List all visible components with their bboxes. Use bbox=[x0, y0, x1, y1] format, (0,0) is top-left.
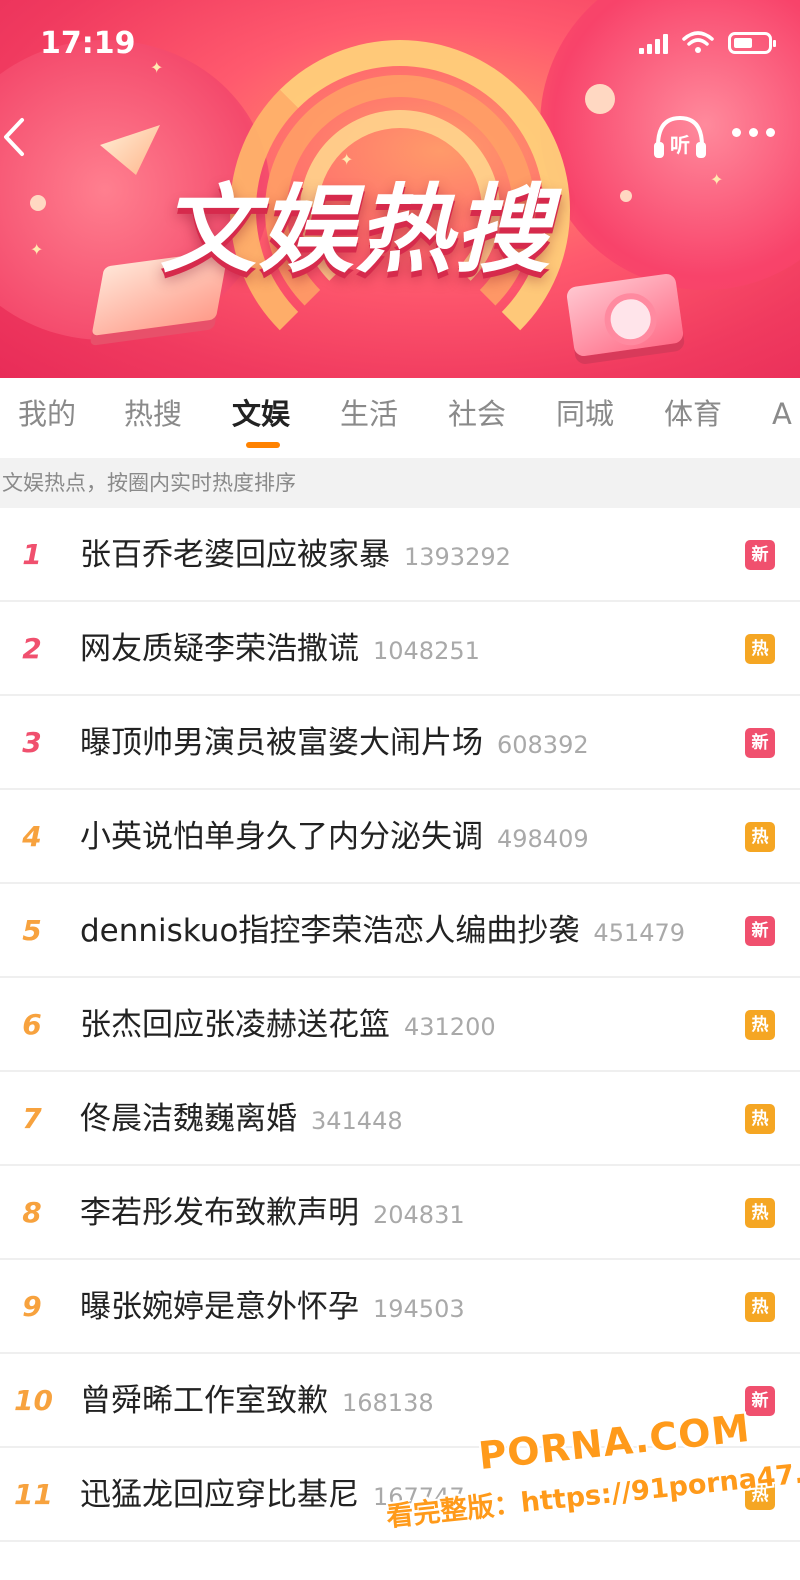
list-item[interactable]: 3 曝顶帅男演员被富婆大闹片场 608392 新 bbox=[0, 696, 800, 790]
rank-number: 9 bbox=[22, 1290, 42, 1323]
topic-title: 曝张婉婷是意外怀孕 bbox=[80, 1289, 359, 1325]
hot-badge: 热 bbox=[745, 822, 775, 852]
rank-number: 2 bbox=[22, 632, 42, 665]
cellular-signal-icon bbox=[639, 32, 668, 54]
bubble-decoration bbox=[30, 195, 46, 211]
tab-mine[interactable]: 我的 bbox=[18, 378, 76, 458]
topic-title-link[interactable]: 曾舜晞工作室致歉 168138 bbox=[80, 1354, 434, 1448]
rank-number: 5 bbox=[22, 914, 42, 947]
tab-life[interactable]: 生活 bbox=[340, 378, 398, 458]
list-item[interactable]: 6 张杰回应张凌赫送花篮 431200 热 bbox=[0, 978, 800, 1072]
headphones-listen-icon[interactable]: 听 bbox=[652, 112, 708, 162]
topic-title: 曾舜晞工作室致歉 bbox=[80, 1383, 328, 1419]
battery-icon bbox=[728, 32, 776, 54]
back-arrow-icon[interactable] bbox=[0, 112, 40, 162]
topic-title-link[interactable]: 曝顶帅男演员被富婆大闹片场 608392 bbox=[80, 696, 589, 790]
topic-title: 李若彤发布致歉声明 bbox=[80, 1195, 359, 1231]
heat-count: 498409 bbox=[497, 825, 589, 853]
topic-title: 网友质疑李荣浩撒谎 bbox=[80, 631, 359, 667]
new-badge: 新 bbox=[745, 728, 775, 758]
hot-badge: 热 bbox=[745, 1198, 775, 1228]
list-item[interactable]: 4 小英说怕单身久了内分泌失调 498409 热 bbox=[0, 790, 800, 884]
heat-count: 168138 bbox=[342, 1389, 434, 1417]
topic-title: 曝顶帅男演员被富婆大闹片场 bbox=[80, 725, 483, 761]
new-badge: 新 bbox=[745, 540, 775, 570]
tab-more[interactable]: A bbox=[772, 378, 792, 458]
list-item[interactable]: 7 佟晨洁魏巍离婚 341448 热 bbox=[0, 1072, 800, 1166]
topic-title-link[interactable]: 佟晨洁魏巍离婚 341448 bbox=[80, 1072, 403, 1166]
bubble-decoration bbox=[585, 84, 615, 114]
list-item[interactable]: 9 曝张婉婷是意外怀孕 194503 热 bbox=[0, 1260, 800, 1354]
rank-number: 8 bbox=[22, 1196, 42, 1229]
topic-title-link[interactable]: 张杰回应张凌赫送花篮 431200 bbox=[80, 978, 496, 1072]
topic-title-link[interactable]: denniskuo指控李荣浩恋人编曲抄袭 451479 bbox=[80, 884, 685, 978]
rank-number: 7 bbox=[22, 1102, 42, 1135]
hot-badge: 热 bbox=[745, 1010, 775, 1040]
topic-title: 佟晨洁魏巍离婚 bbox=[80, 1101, 297, 1137]
tab-hot-search[interactable]: 热搜 bbox=[124, 378, 182, 458]
tab-local[interactable]: 同城 bbox=[556, 378, 614, 458]
heat-count: 1048251 bbox=[373, 637, 480, 665]
sparkle-icon: ✦ bbox=[30, 240, 44, 259]
more-options-icon[interactable] bbox=[732, 128, 780, 144]
topic-title: 张百乔老婆回应被家暴 bbox=[80, 537, 390, 573]
topic-title: denniskuo指控李荣浩恋人编曲抄袭 bbox=[80, 913, 580, 949]
heat-count: 194503 bbox=[373, 1295, 465, 1323]
rank-number: 3 bbox=[22, 726, 42, 759]
heat-count: 1393292 bbox=[404, 543, 511, 571]
hot-badge: 热 bbox=[745, 1104, 775, 1134]
listen-label: 听 bbox=[670, 133, 690, 157]
list-item[interactable]: 2 网友质疑李荣浩撒谎 1048251 热 bbox=[0, 602, 800, 696]
hot-badge: 热 bbox=[745, 634, 775, 664]
topic-title-link[interactable]: 网友质疑李荣浩撒谎 1048251 bbox=[80, 602, 480, 696]
sparkle-icon: ✦ bbox=[710, 170, 724, 189]
topic-title-link[interactable]: 曝张婉婷是意外怀孕 194503 bbox=[80, 1260, 465, 1354]
hot-search-list: 1 张百乔老婆回应被家暴 1393292 新 2 网友质疑李荣浩撒谎 1048251 热 3 曝顶… bbox=[0, 508, 800, 1542]
heat-count: 341448 bbox=[311, 1107, 403, 1135]
sparkle-icon: ✦ bbox=[150, 58, 164, 77]
camera-icon bbox=[565, 272, 685, 358]
rank-number: 1 bbox=[22, 538, 42, 571]
tab-society[interactable]: 社会 bbox=[448, 378, 506, 458]
section-description: 文娱热点，按圈内实时热度排序 bbox=[0, 458, 800, 508]
banner-title: 文娱热搜 bbox=[160, 174, 552, 286]
header-banner: ✦ ✦ ✦ ✦ 文娱热搜 17:19 听 bbox=[0, 0, 800, 378]
heat-count: 451479 bbox=[593, 919, 686, 947]
sparkle-icon: ✦ bbox=[340, 150, 354, 169]
topic-title: 张杰回应张凌赫送花篮 bbox=[80, 1007, 390, 1043]
heat-count: 608392 bbox=[497, 731, 589, 759]
category-tabs: 我的 热搜 文娱 生活 社会 同城 体育 A bbox=[0, 378, 800, 458]
list-item[interactable]: 8 李若彤发布致歉声明 204831 热 bbox=[0, 1166, 800, 1260]
new-badge: 新 bbox=[745, 1386, 775, 1416]
heat-count: 204831 bbox=[373, 1201, 465, 1229]
topic-title: 迅猛龙回应穿比基尼 bbox=[80, 1477, 359, 1513]
rank-number: 11 bbox=[14, 1478, 53, 1511]
status-time: 17:19 bbox=[40, 26, 136, 61]
topic-title-link[interactable]: 小英说怕单身久了内分泌失调 498409 bbox=[80, 790, 589, 884]
list-item[interactable]: 1 张百乔老婆回应被家暴 1393292 新 bbox=[0, 508, 800, 602]
topic-title: 小英说怕单身久了内分泌失调 bbox=[80, 819, 483, 855]
new-badge: 新 bbox=[745, 916, 775, 946]
active-tab-indicator bbox=[246, 442, 280, 448]
list-item[interactable]: 5 denniskuo指控李荣浩恋人编曲抄袭 451479 新 bbox=[0, 884, 800, 978]
status-icons bbox=[639, 30, 776, 54]
heat-count: 431200 bbox=[404, 1013, 496, 1041]
rank-number: 4 bbox=[22, 820, 42, 853]
rank-number: 10 bbox=[14, 1384, 53, 1417]
wifi-icon bbox=[682, 31, 714, 53]
rank-number: 6 bbox=[22, 1008, 42, 1041]
tab-sports[interactable]: 体育 bbox=[664, 378, 722, 458]
topic-title-link[interactable]: 张百乔老婆回应被家暴 1393292 bbox=[80, 508, 511, 602]
topic-title-link[interactable]: 李若彤发布致歉声明 204831 bbox=[80, 1166, 465, 1260]
hot-badge: 热 bbox=[745, 1292, 775, 1322]
